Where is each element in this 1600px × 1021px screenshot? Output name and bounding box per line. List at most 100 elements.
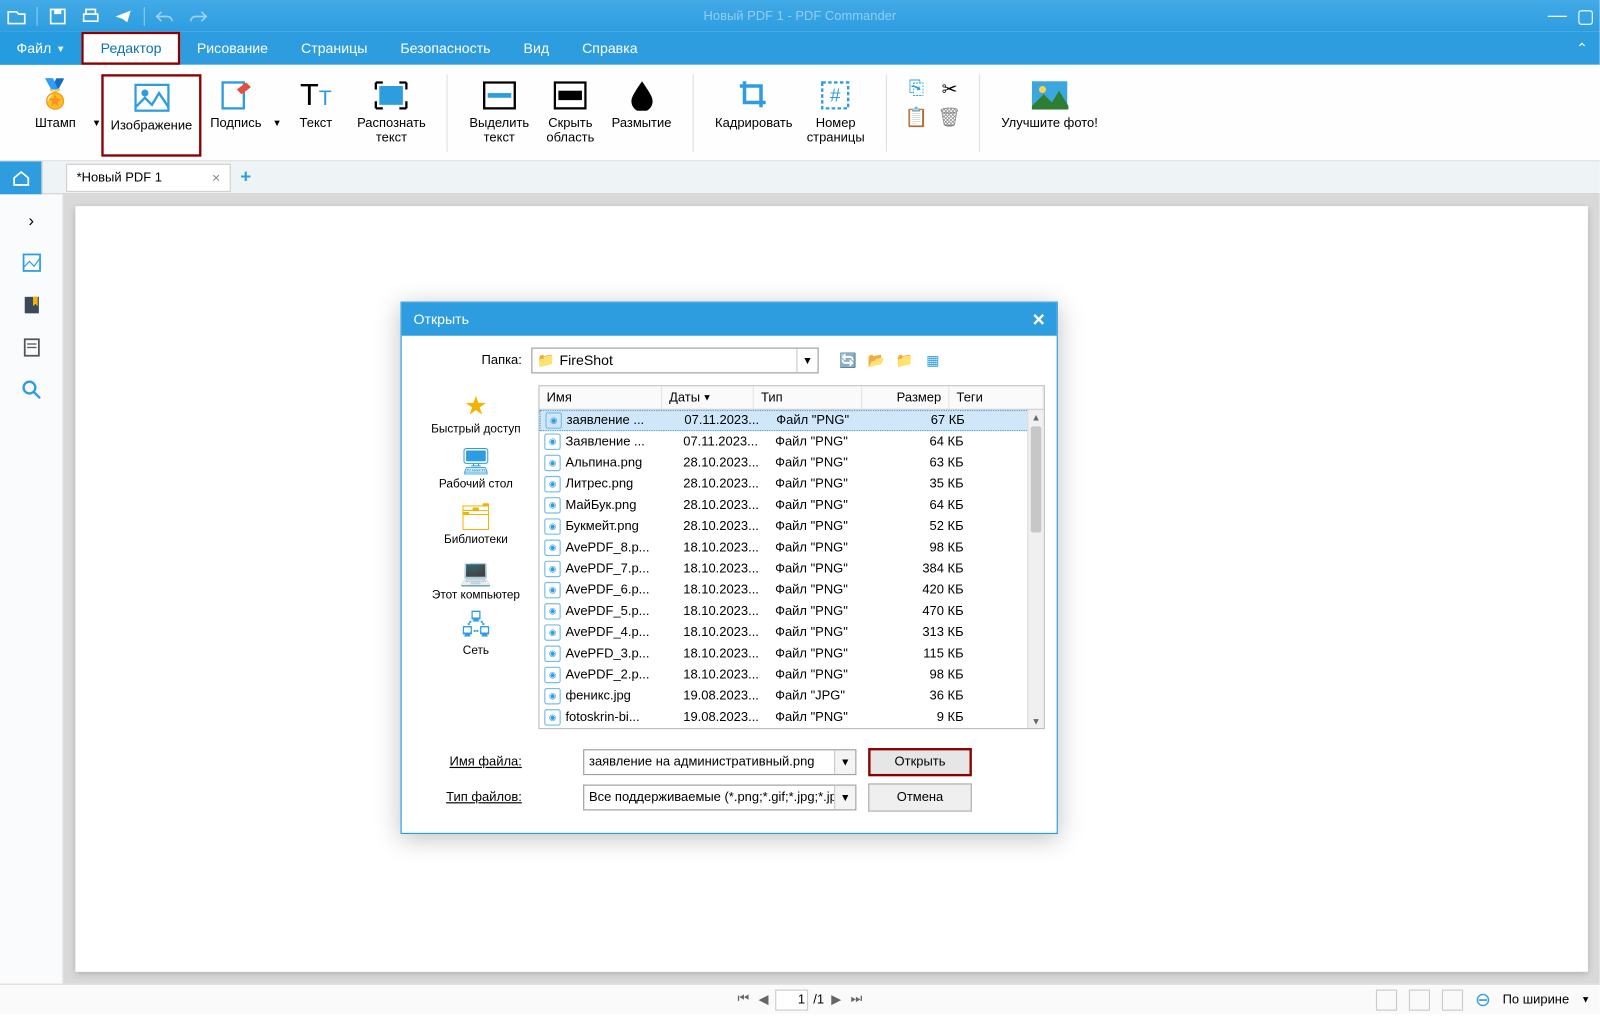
tab-pages[interactable]: Страницы (285, 32, 384, 65)
file-row[interactable]: ◉AvePDF_6.p...18.10.2023...Файл "PNG"420… (540, 580, 1044, 601)
file-row[interactable]: ◉феникс.jpg19.08.2023...Файл "JPG"36 КБ (540, 686, 1044, 707)
file-type-icon: ◉ (544, 434, 560, 450)
column-size[interactable]: Размер (862, 386, 949, 408)
sidebar-bookmarks-icon[interactable] (10, 286, 52, 324)
tab-drawing[interactable]: Рисование (180, 32, 284, 65)
undo-icon[interactable] (148, 0, 181, 32)
sidebar-thumbnails-icon[interactable] (10, 244, 52, 282)
cut-icon[interactable]: ✂ (939, 78, 960, 99)
file-type-icon: ◉ (545, 412, 561, 428)
signature-dropdown-icon[interactable]: ▼ (272, 117, 281, 128)
view-mode-1-icon[interactable] (1376, 989, 1397, 1010)
close-tab-icon[interactable]: × (212, 169, 220, 185)
page-number-button[interactable]: # Номерстраницы (800, 74, 872, 156)
column-tags[interactable]: Теги (949, 386, 1043, 408)
maximize-icon[interactable]: ▢ (1571, 0, 1599, 32)
tab-file[interactable]: Файл▼ (0, 32, 82, 65)
filetype-dropdown-icon[interactable]: ▼ (834, 786, 855, 810)
file-row[interactable]: ◉Литрес.png28.10.2023...Файл "PNG"35 КБ (540, 474, 1044, 495)
delete-icon[interactable]: 🗑 (939, 107, 960, 128)
file-row[interactable]: ◉AvePDF_7.p...18.10.2023...Файл "PNG"384… (540, 558, 1044, 579)
minimize-icon[interactable]: — (1543, 0, 1571, 32)
home-tab-icon[interactable] (0, 161, 42, 194)
page-prev-icon[interactable]: ◀ (756, 992, 771, 1007)
print-icon[interactable] (74, 0, 107, 32)
file-row[interactable]: ◉Заявление ...07.11.2023...Файл "PNG"64 … (540, 431, 1044, 452)
page-number-icon: # (817, 76, 855, 114)
tab-editor[interactable]: Редактор (82, 32, 181, 65)
file-row[interactable]: ◉заявление ...07.11.2023...Файл "PNG"67 … (540, 410, 1044, 431)
paste-icon[interactable]: 📋 (906, 107, 927, 128)
file-row[interactable]: ◉Букмейт.png28.10.2023...Файл "PNG"52 КБ (540, 516, 1044, 537)
zoom-dropdown-icon[interactable]: ▼ (1581, 994, 1590, 1005)
folder-select[interactable]: 📁 FireShot ▼ (531, 348, 818, 374)
hide-area-button[interactable]: Скрытьобласть (536, 74, 604, 156)
scroll-thumb[interactable] (1031, 426, 1042, 532)
network-icon: 🖧 (457, 611, 495, 644)
tab-help[interactable]: Справка (566, 32, 654, 65)
file-row[interactable]: ◉AvePDF_5.p...18.10.2023...Файл "PNG"470… (540, 601, 1044, 622)
save-icon[interactable] (41, 0, 74, 32)
tab-view[interactable]: Вид (507, 32, 566, 65)
open-button[interactable]: Открыть (868, 748, 972, 776)
nav-up-icon[interactable]: 📂 (866, 350, 887, 371)
file-list-scrollbar[interactable]: ▲ ▼ (1027, 410, 1043, 728)
file-row[interactable]: ◉fotoskrin-bi...19.08.2023...Файл "PNG"9… (540, 707, 1044, 728)
file-row[interactable]: ◉МайБук.png28.10.2023...Файл "PNG"64 КБ (540, 495, 1044, 516)
text-button[interactable]: TT Текст (282, 74, 350, 156)
place-libraries[interactable]: 🗂Библиотеки (444, 501, 508, 547)
collapse-ribbon-icon[interactable]: ⌃ (1564, 32, 1599, 65)
improve-photo-button[interactable]: Улучшите фото! (994, 74, 1105, 156)
highlight-text-button[interactable]: Выделитьтекст (462, 74, 536, 156)
column-date[interactable]: Даты ▼ (662, 386, 754, 408)
sidebar-expand-icon[interactable]: › (10, 201, 52, 239)
stamp-dropdown-icon[interactable]: ▼ (92, 117, 101, 128)
copy-icon[interactable]: ⎘ (906, 78, 927, 99)
scroll-down-icon[interactable]: ▼ (1028, 714, 1043, 728)
blur-button[interactable]: Размытие (605, 74, 679, 156)
zoom-out-icon[interactable]: ⊖ (1475, 988, 1491, 1012)
crop-button[interactable]: Кадрировать (708, 74, 800, 156)
filetype-select[interactable]: Все поддерживаемые (*.png;*.gif;*.jpg;*.… (583, 785, 856, 811)
file-row[interactable]: ◉Альпина.png28.10.2023...Файл "PNG"63 КБ (540, 452, 1044, 473)
signature-button[interactable]: Подпись (202, 74, 270, 156)
cancel-button[interactable]: Отмена (868, 783, 972, 811)
nav-view-icon[interactable]: ▦ (922, 350, 943, 371)
column-name[interactable]: Имя (540, 386, 663, 408)
page-last-icon[interactable]: ⏭ (848, 992, 864, 1007)
file-list-header: Имя Даты ▼ Тип Размер Теги (540, 386, 1044, 410)
file-row[interactable]: ◉AvePFD_3.p...18.10.2023...Файл "PNG"115… (540, 643, 1044, 664)
place-network[interactable]: 🖧Сеть (457, 611, 495, 657)
tab-security[interactable]: Безопасность (384, 32, 507, 65)
filename-input[interactable]: заявление на административный.png▼ (583, 749, 856, 775)
sidebar-attachments-icon[interactable] (10, 329, 52, 367)
nav-new-folder-icon[interactable]: 📁 (894, 350, 915, 371)
page-input[interactable] (776, 989, 809, 1010)
open-icon[interactable] (0, 0, 33, 32)
filename-dropdown-icon[interactable]: ▼ (834, 750, 855, 774)
page-first-icon[interactable]: ⏮ (735, 992, 751, 1007)
place-computer[interactable]: 💻Этот компьютер (432, 556, 520, 602)
page-next-icon[interactable]: ▶ (829, 992, 844, 1007)
redo-icon[interactable] (181, 0, 214, 32)
nav-back-icon[interactable]: 🔄 (838, 350, 859, 371)
sidebar-search-icon[interactable] (10, 371, 52, 409)
stamp-button[interactable]: 🏅 Штамп (21, 74, 89, 156)
file-row[interactable]: ◉AvePDF_8.p...18.10.2023...Файл "PNG"98 … (540, 537, 1044, 558)
column-type[interactable]: Тип (754, 386, 862, 408)
place-desktop[interactable]: 🖥Рабочий стол (439, 445, 513, 491)
document-tabs: *Новый PDF 1 × + (0, 161, 1600, 194)
add-tab-button[interactable]: + (231, 167, 261, 188)
recognize-text-button[interactable]: Распознатьтекст (350, 74, 433, 156)
place-quick-access[interactable]: ★Быстрый доступ (431, 390, 520, 436)
send-icon[interactable] (107, 0, 140, 32)
folder-dropdown-icon[interactable]: ▼ (796, 349, 817, 373)
scroll-up-icon[interactable]: ▲ (1028, 410, 1043, 424)
document-tab[interactable]: *Новый PDF 1 × (66, 163, 231, 191)
file-row[interactable]: ◉AvePDF_2.p...18.10.2023...Файл "PNG"98 … (540, 664, 1044, 685)
image-button[interactable]: Изображение (101, 74, 201, 156)
view-mode-2-icon[interactable] (1409, 989, 1430, 1010)
file-row[interactable]: ◉AvePDF_4.p...18.10.2023...Файл "PNG"313… (540, 622, 1044, 643)
dialog-close-icon[interactable]: × (1032, 307, 1044, 332)
view-mode-3-icon[interactable] (1442, 989, 1463, 1010)
